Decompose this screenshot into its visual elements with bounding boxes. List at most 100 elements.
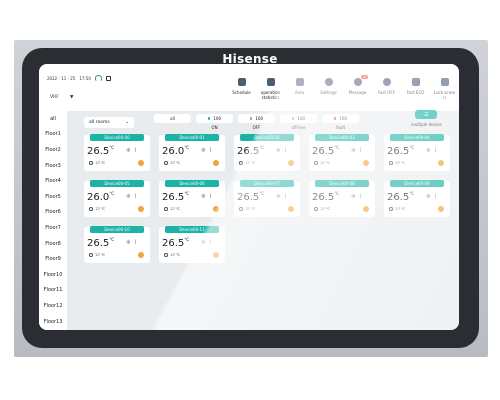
sidebar-item-floor2[interactable]: Floor2	[39, 142, 67, 158]
device-card[interactable]: Device00-00 26.5℃ ❄ ⌇ 27 ℃	[84, 134, 150, 171]
toolbar-item-label: Fast ECO	[406, 90, 425, 95]
room-temp-value: 27 ℃	[95, 161, 106, 165]
status-filter-4[interactable]: 160 fault	[322, 114, 359, 130]
sidebar-item-floor7[interactable]: Floor7	[39, 220, 67, 236]
chevron-down-icon[interactable]: ▼	[70, 95, 73, 100]
status-filter-2[interactable]: 160 OFF	[238, 114, 275, 130]
device-card[interactable]: Device00-02 26.5℃ ❄ ⌇ 27 ℃	[234, 134, 300, 171]
fan-speed-icon	[438, 206, 444, 212]
device-card[interactable]: Device00-09 26.5℃ ❄ ⌇ 27 ℃	[384, 180, 450, 217]
fan-speed-icon	[438, 160, 444, 166]
device-name: Device00-08	[315, 180, 369, 187]
mode-icons: ❄ ⌇	[126, 193, 137, 200]
room-temp-value: 27 ℃	[95, 207, 106, 211]
sidebar-item-floor1[interactable]: Floor1	[39, 127, 67, 143]
room-temp: 27 ℃	[164, 207, 180, 211]
sidebar-item-floor8[interactable]: Floor8	[39, 236, 67, 252]
mode-icons: ❄ ⌇	[201, 239, 212, 246]
temp-unit: ℃	[109, 146, 115, 151]
status-pill[interactable]: 160	[322, 114, 359, 123]
device-card[interactable]: Device00-01 26.0℃ ❄ ⌇ 27 ℃	[159, 134, 225, 171]
status-label: OFF	[252, 125, 261, 130]
rooms-dropdown[interactable]: all rooms ⌄	[84, 116, 134, 128]
status-dot-icon	[249, 117, 253, 120]
room-temp: 27 ℃	[89, 161, 105, 165]
status-pill[interactable]: 160	[280, 114, 317, 123]
system-select[interactable]: VRF	[50, 95, 59, 100]
fan-icon: ⌇	[209, 147, 212, 154]
status-count: 160	[213, 116, 222, 121]
sidebar-item-floor13[interactable]: Floor13	[39, 314, 67, 330]
area-icon	[295, 78, 304, 86]
toolbar: Schedule operation statistics Area Settings…	[227, 75, 459, 100]
status-dot-icon	[207, 117, 211, 120]
room-temp-value: 27 ℃	[170, 161, 181, 165]
device-name: Device00-05	[90, 180, 144, 187]
sidebar-item-floor4[interactable]: Floor4	[39, 173, 67, 189]
device-card[interactable]: Device00-03 26.5℃ ❄ ⌇ 27 ℃	[309, 134, 375, 171]
toolbar-item-6[interactable]: Fast ECO	[401, 78, 430, 100]
status-label: fault	[335, 125, 346, 130]
room-temp: 27 ℃	[89, 207, 105, 211]
message-count-badge: 76	[360, 75, 368, 79]
lock-icon	[440, 78, 449, 86]
setpoint-value: 26.5	[162, 238, 185, 249]
device-card[interactable]: Device00-05 26.0℃ ❄ ⌇ 27 ℃	[84, 180, 150, 217]
room-temp: 27 ℃	[314, 207, 330, 211]
toolbar-item-2[interactable]: Area	[285, 78, 314, 100]
toolbar-item-0[interactable]: Schedule	[227, 78, 256, 100]
status-filter-0[interactable]: all	[154, 114, 191, 130]
fan-speed-icon	[138, 252, 144, 258]
fan-speed-icon	[138, 160, 144, 166]
sidebar-item-floor5[interactable]: Floor5	[39, 189, 67, 205]
wifi-icon	[94, 75, 102, 81]
sidebar-item-floor3[interactable]: Floor3	[39, 158, 67, 174]
mode-icons: ❄ ⌇	[351, 147, 362, 154]
device-card[interactable]: Device00-04 26.5℃ ❄ ⌇ 27 ℃	[384, 134, 450, 171]
room-temp: 27 ℃	[389, 207, 405, 211]
device-card[interactable]: Device00-06 26.5℃ ❄ ⌇ 27 ℃	[159, 180, 225, 217]
status-pill[interactable]: 160	[196, 114, 233, 123]
status-filter-1[interactable]: 160 ON	[196, 114, 233, 130]
toolbar-item-label: Settings	[320, 90, 337, 95]
device-card[interactable]: Device00-08 26.5℃ ❄ ⌇ 27 ℃	[309, 180, 375, 217]
setpoint-value: 26.5	[312, 146, 335, 157]
status-filter-3[interactable]: 160 off-line	[280, 114, 317, 130]
device-card[interactable]: Device00-10 26.5℃ ❄ ⌇ 27 ℃	[84, 226, 150, 263]
toolbar-item-4[interactable]: 76 Message	[343, 75, 372, 100]
device-card[interactable]: Device00-11 26.5℃ ❄ ⌇ 27 ℃	[159, 226, 225, 263]
toolbar-item-label: Schedule	[232, 90, 251, 95]
toolbar-item-3[interactable]: Settings	[314, 78, 343, 100]
device-name: Device00-02	[240, 134, 294, 141]
snowflake-icon: ❄	[126, 193, 132, 200]
temp-unit: ℃	[334, 146, 340, 151]
sidebar-item-floor10[interactable]: Floor10	[39, 267, 67, 283]
toolbar-item-1[interactable]: operation statistics	[256, 78, 285, 100]
sidebar-item-all[interactable]: all	[39, 111, 67, 127]
sidebar-item-floor11[interactable]: Floor11	[39, 283, 67, 299]
mode-icons: ❄ ⌇	[276, 193, 287, 200]
status-label: ON	[211, 125, 218, 130]
fan-icon: ⌇	[359, 147, 362, 154]
mode-icons: ❄ ⌇	[126, 147, 137, 154]
status-pill[interactable]: 160	[238, 114, 275, 123]
snowflake-icon: ❄	[351, 193, 357, 200]
status-pill[interactable]: all	[154, 114, 191, 123]
mode-icons: ❄ ⌇	[126, 239, 137, 246]
device-card[interactable]: Device00-07 26.5℃ ❄ ⌇ 27 ℃	[234, 180, 300, 217]
gear-icon	[324, 78, 333, 86]
sidebar-item-floor9[interactable]: Floor9	[39, 251, 67, 267]
mode-icons: ❄ ⌇	[201, 147, 212, 154]
room-temp: 27 ℃	[164, 161, 180, 165]
device-name: Device00-01	[165, 134, 219, 141]
snowflake-icon: ❄	[201, 193, 207, 200]
sidebar-item-floor6[interactable]: Floor6	[39, 205, 67, 221]
multiple-device-button[interactable]: ☰	[415, 110, 438, 119]
toolbar-item-7[interactable]: Lock scree n	[430, 78, 459, 100]
setpoint-temp: 26.5℃	[87, 146, 114, 157]
sidebar-item-floor12[interactable]: Floor12	[39, 298, 67, 314]
toolbar-item-label: Lock scree n	[433, 90, 456, 100]
thermometer-icon	[314, 161, 318, 165]
snowflake-icon: ❄	[276, 193, 282, 200]
toolbar-item-5[interactable]: Fast OFF	[372, 78, 401, 100]
